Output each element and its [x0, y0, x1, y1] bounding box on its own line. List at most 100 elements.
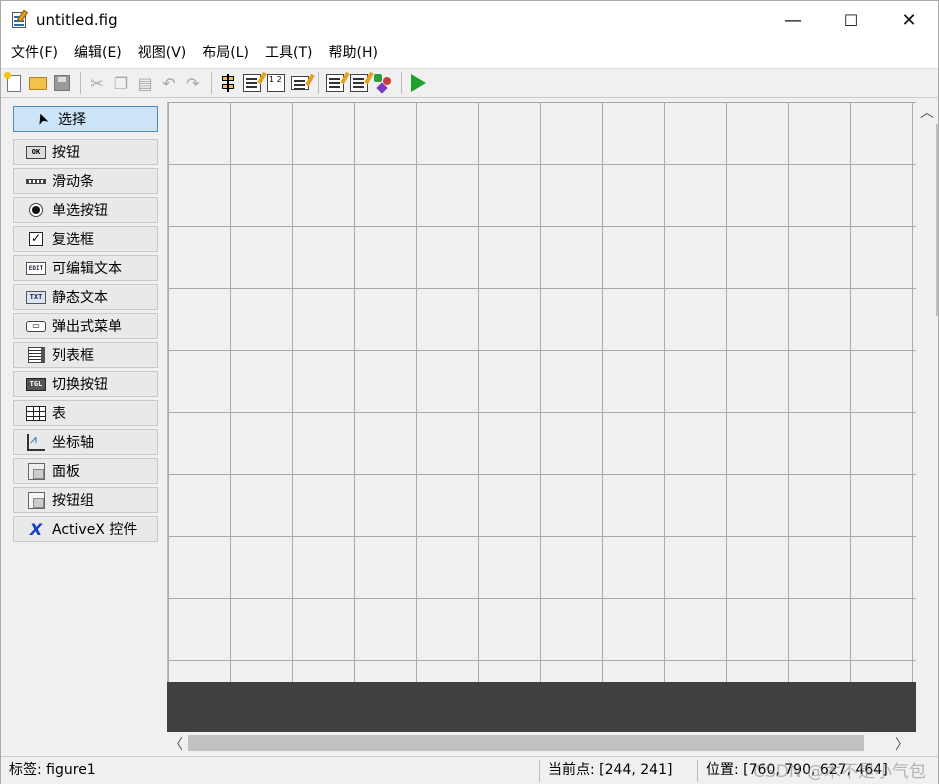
cut-icon[interactable]: ✂ [86, 72, 108, 94]
palette-edit-text[interactable]: EDIT 可编辑文本 [13, 255, 158, 281]
toggle-button-icon: TGL [26, 376, 46, 392]
push-button-glyph: OK [26, 145, 46, 159]
popup-menu-glyph: ▭ [26, 320, 46, 332]
vertical-scroll-thumb[interactable] [936, 124, 938, 316]
toolbar-editor-icon[interactable] [289, 72, 311, 94]
figure-bottom-area [167, 682, 916, 732]
palette-activex[interactable]: X ActiveX 控件 [13, 516, 158, 542]
palette-checkbox[interactable]: ✓ 复选框 [13, 226, 158, 252]
palette-label: 单选按钮 [52, 203, 108, 219]
palette-listbox[interactable]: 列表框 [13, 342, 158, 368]
edit-text-glyph: EDIT [26, 261, 46, 275]
palette-label: ActiveX 控件 [52, 522, 138, 538]
toolbar: ✂ ❐ ▤ ↶ ↷ 1 2 [1, 68, 938, 98]
scroll-right-icon[interactable]: 〉 [895, 734, 909, 754]
menu-view[interactable]: 视图(V) [130, 39, 195, 68]
toolbar-separator [318, 72, 319, 94]
vertical-scrollbar[interactable]: ︿ [916, 102, 938, 732]
menu-bar: 文件(F) 编辑(E) 视图(V) 布局(L) 工具(T) 帮助(H) [1, 39, 938, 68]
toolbar-separator [80, 72, 81, 94]
menu-editor-icon[interactable] [241, 72, 263, 94]
object-browser-icon[interactable] [372, 72, 394, 94]
close-button[interactable]: ✕ [880, 1, 938, 39]
listbox-icon [26, 347, 46, 363]
menu-help[interactable]: 帮助(H) [321, 39, 386, 68]
palette-label: 按钮 [52, 145, 80, 161]
guide-window: untitled.fig — ☐ ✕ 文件(F) 编辑(E) 视图(V) 布局(… [0, 0, 939, 784]
palette-label: 复选框 [52, 232, 94, 248]
scroll-up-icon[interactable]: ︿ [920, 102, 934, 122]
menu-file[interactable]: 文件(F) [3, 39, 66, 68]
radio-button-icon [26, 202, 46, 218]
palette-static-text[interactable]: TXT 静态文本 [13, 284, 158, 310]
align-objects-icon[interactable] [217, 72, 239, 94]
checkbox-glyph: ✓ [29, 231, 43, 246]
palette-label: 滑动条 [52, 174, 94, 190]
property-inspector-icon[interactable] [348, 72, 370, 94]
menu-layout[interactable]: 布局(L) [194, 39, 257, 68]
palette-label: 可编辑文本 [52, 261, 122, 277]
static-text-icon: TXT [26, 289, 46, 305]
redo-icon[interactable]: ↷ [182, 72, 204, 94]
open-folder-icon[interactable] [27, 72, 49, 94]
toggle-button-glyph: TGL [26, 377, 46, 391]
palette-radio-button[interactable]: 单选按钮 [13, 197, 158, 223]
tab-order-glyph: 1 2 [267, 74, 285, 92]
run-figure-icon[interactable] [407, 72, 429, 94]
checkbox-icon: ✓ [26, 231, 46, 247]
scroll-left-icon[interactable]: 〈 [169, 734, 183, 754]
palette-label: 选择 [58, 112, 86, 128]
tab-order-icon[interactable]: 1 2 [265, 72, 287, 94]
copy-icon[interactable]: ❐ [110, 72, 132, 94]
watermark-text: CSDN @木不是小气包 [753, 762, 926, 782]
palette-push-button[interactable]: OK 按钮 [13, 139, 158, 165]
minimize-button[interactable]: — [764, 1, 822, 39]
static-text-glyph: TXT [26, 290, 46, 304]
table-icon [26, 405, 46, 421]
activex-icon: X [29, 519, 43, 539]
title-bar: untitled.fig — ☐ ✕ [1, 1, 938, 39]
horizontal-scroll-thumb[interactable] [188, 735, 864, 751]
maximize-button[interactable]: ☐ [822, 1, 880, 39]
component-palette: ➤ 选择 OK 按钮 滑动条 单选按钮 ✓ 复选框 EDIT 可编辑文本 TXT… [1, 99, 165, 756]
fig-file-icon [10, 9, 30, 30]
palette-label: 静态文本 [52, 290, 108, 306]
status-separator [697, 760, 698, 782]
palette-slider[interactable]: 滑动条 [13, 168, 158, 194]
save-icon[interactable] [51, 72, 73, 94]
panel-icon [26, 462, 46, 480]
palette-button-group[interactable]: 按钮组 [13, 487, 158, 513]
paste-icon[interactable]: ▤ [134, 72, 156, 94]
button-group-icon [26, 491, 46, 509]
undo-icon[interactable]: ↶ [158, 72, 180, 94]
new-file-icon[interactable] [3, 71, 25, 94]
axes-icon [26, 432, 46, 451]
palette-label: 按钮组 [52, 493, 94, 509]
palette-label: 切换按钮 [52, 377, 108, 393]
menu-edit[interactable]: 编辑(E) [66, 39, 130, 68]
status-current-point: 当前点: [244, 241] [548, 762, 673, 778]
push-button-icon: OK [26, 144, 46, 160]
palette-axes[interactable]: 坐标轴 [13, 429, 158, 455]
editor-icon[interactable] [324, 72, 346, 94]
palette-toggle-button[interactable]: TGL 切换按钮 [13, 371, 158, 397]
status-tag: 标签: figure1 [9, 762, 96, 778]
palette-popup-menu[interactable]: ▭ 弹出式菜单 [13, 313, 158, 339]
toolbar-separator [211, 72, 212, 94]
layout-grid-canvas[interactable] [167, 102, 916, 682]
palette-panel[interactable]: 面板 [13, 458, 158, 484]
window-title: untitled.fig [36, 11, 118, 29]
palette-table[interactable]: 表 [13, 400, 158, 426]
palette-label: 表 [52, 406, 66, 422]
palette-label: 列表框 [52, 348, 94, 364]
status-separator [539, 760, 540, 782]
popup-menu-icon: ▭ [26, 318, 46, 334]
palette-label: 坐标轴 [52, 435, 94, 451]
horizontal-scrollbar[interactable]: 〈 〉 [167, 732, 916, 754]
edit-text-icon: EDIT [26, 260, 46, 276]
palette-label: 弹出式菜单 [52, 319, 122, 335]
palette-label: 面板 [52, 464, 80, 480]
menu-tools[interactable]: 工具(T) [257, 39, 320, 68]
slider-icon [26, 173, 46, 189]
palette-select[interactable]: ➤ 选择 [13, 106, 158, 132]
